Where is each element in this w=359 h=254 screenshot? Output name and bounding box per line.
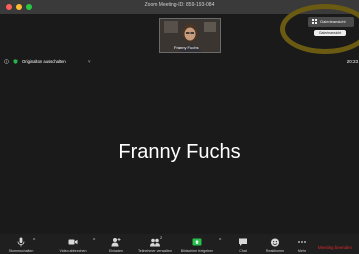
mute-label: Stummschalten [8, 249, 34, 253]
chevron-down-icon[interactable]: ˅ [88, 58, 91, 66]
stop-video-label: Video abbrechen [59, 249, 87, 253]
grid-icon [312, 19, 317, 25]
stop-video-button[interactable]: Video abbrechen [54, 236, 92, 254]
participant-count: 2 [160, 235, 163, 240]
share-screen-icon [192, 238, 202, 246]
info-icon[interactable] [4, 59, 9, 65]
share-screen-label: Bildschirm freigeben [180, 249, 214, 253]
invite-button[interactable]: Einladen [97, 236, 135, 254]
zoom-meeting-window: Zoom Meeting-ID: 859-193-084 Franny Fuch… [0, 0, 359, 254]
meeting-time: 20:23 [346, 59, 358, 64]
meeting-toolbar: Stummschalten ^ Video abbrechen ^ Einlad… [0, 234, 359, 254]
gallery-view-label: Galerieansicht [320, 19, 346, 24]
gallery-view-tooltip: Galerieansicht [314, 30, 346, 36]
shield-icon [13, 59, 18, 65]
participants-icon [150, 238, 160, 247]
video-camera-icon [68, 239, 78, 245]
gallery-view-button[interactable]: Galerieansicht [308, 17, 354, 27]
share-options-caret[interactable]: ^ [219, 238, 221, 244]
original-sound-label[interactable]: Originalton ausschalten [22, 59, 66, 64]
chat-icon [239, 238, 247, 246]
more-icon [298, 241, 306, 243]
share-screen-button[interactable]: Bildschirm freigeben [178, 236, 216, 254]
manage-participants-label: Teilnehmer verwalten [138, 249, 172, 253]
self-video-thumbnail[interactable]: Franny Fuchs [159, 18, 221, 53]
invite-label: Einladen [109, 249, 123, 253]
end-meeting-button[interactable]: Meeting beenden [318, 244, 359, 252]
manage-participants-button[interactable]: Teilnehmer verwalten [136, 236, 174, 254]
self-video-name: Franny Fuchs [174, 45, 199, 50]
more-label: Mehr [297, 249, 307, 253]
reactions-icon [271, 238, 279, 247]
video-options-caret[interactable]: ^ [93, 238, 95, 244]
microphone-icon [17, 237, 25, 247]
title-bar: Zoom Meeting-ID: 859-193-084 [0, 0, 359, 14]
window-title: Zoom Meeting-ID: 859-193-084 [144, 2, 215, 8]
active-speaker-name: Franny Fuchs [118, 141, 241, 163]
mute-options-caret[interactable]: ^ [33, 238, 35, 244]
meeting-info-bar: Originalton ausschalten [4, 58, 66, 66]
more-button[interactable]: Mehr [283, 236, 321, 254]
add-person-icon [111, 238, 121, 247]
